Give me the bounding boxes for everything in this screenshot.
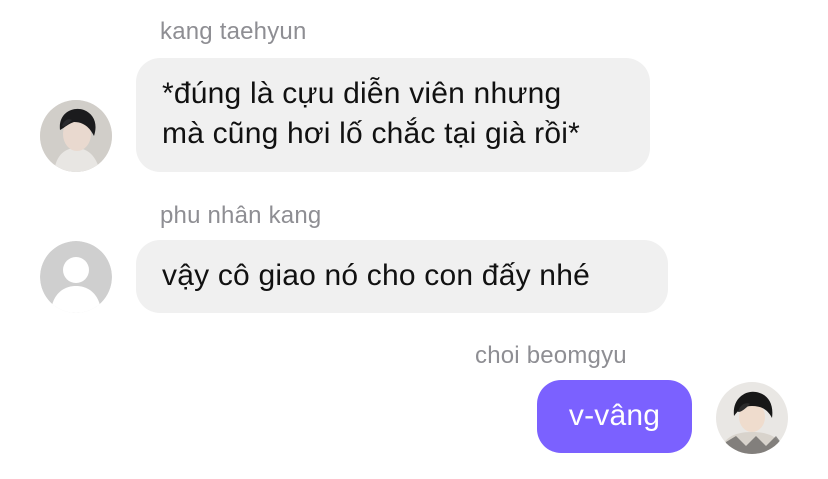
avatar[interactable] <box>716 382 788 454</box>
sender-name: choi beomgyu <box>475 342 627 369</box>
message-text-line: mà cũng hơi lố chắc tại già rồi* <box>162 117 580 150</box>
message-bubble[interactable]: vậy cô giao nó cho con đấy nhé <box>136 240 668 313</box>
message-bubble[interactable]: *đúng là cựu diễn viên nhưng mà cũng hơi… <box>136 58 650 172</box>
message-bubble[interactable]: v-vâng <box>537 380 692 453</box>
default-user-icon <box>40 241 112 313</box>
message-text-line: vậy cô giao nó cho con đấy nhé <box>162 259 590 292</box>
sender-name: kang taehyun <box>160 18 307 45</box>
profile-photo-icon <box>716 382 788 454</box>
avatar[interactable] <box>40 100 112 172</box>
message-text-line: *đúng là cựu diễn viên nhưng <box>162 77 562 110</box>
avatar[interactable] <box>40 241 112 313</box>
profile-photo-icon <box>40 100 112 172</box>
message-text-line: v-vâng <box>568 399 661 432</box>
sender-name: phu nhân kang <box>160 202 322 229</box>
